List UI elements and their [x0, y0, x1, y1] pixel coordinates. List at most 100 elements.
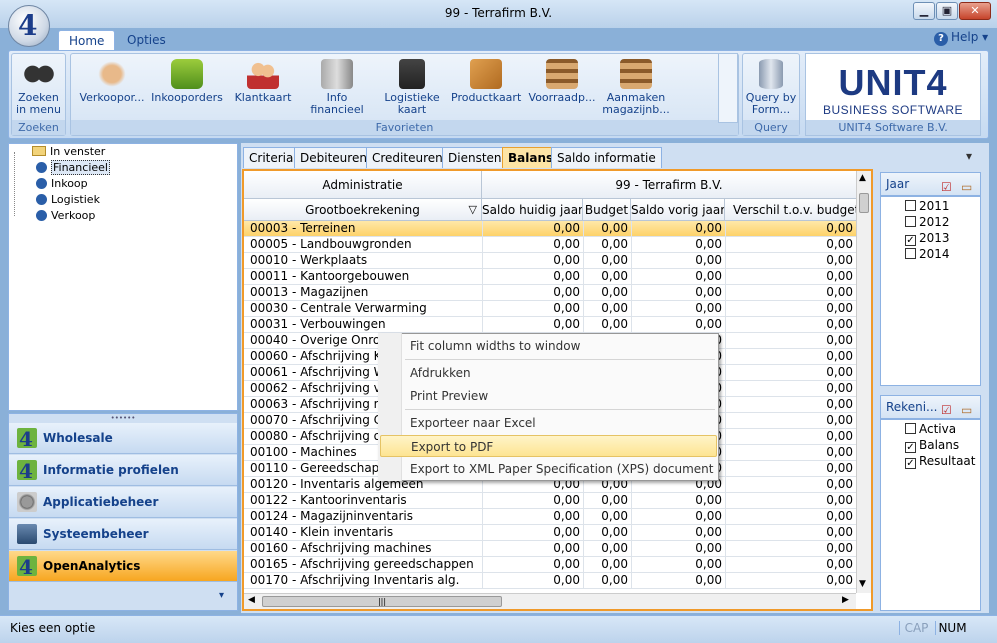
table-row[interactable]: 00005 - Landbouwgronden 0,00 0,00 0,00 0,00	[244, 237, 856, 253]
ribbon-gallery-scroll[interactable]	[718, 53, 738, 123]
scroll-thumb[interactable]: |||	[262, 596, 502, 607]
minimize-button[interactable]: ▁	[913, 2, 935, 20]
table-row[interactable]: 00003 - Terreinen 0,00 0,00 0,00 0,00	[244, 221, 856, 237]
select-all-icon[interactable]: ☑	[941, 399, 952, 421]
account-cell: 00010 - Werkplaats	[250, 253, 368, 267]
tab-crediteuren[interactable]: Crediteuren	[366, 147, 449, 168]
checkbox[interactable]	[905, 423, 916, 434]
horizontal-scrollbar[interactable]: ◀ ||| ▶	[244, 593, 856, 609]
verkooporders-button[interactable]: Verkoopor...	[77, 59, 147, 104]
nav-systeembeheer[interactable]: Systeembeheer	[9, 519, 237, 550]
table-row[interactable]: 00122 - Kantoorinventaris 0,00 0,00 0,00 0,0…	[244, 493, 856, 509]
help-menu[interactable]: ? Help ▾	[934, 30, 988, 46]
inkooporders-button[interactable]: Inkooporders	[149, 59, 225, 104]
table-row[interactable]: 00011 - Kantoorgebouwen 0,00 0,00 0,00 0,00	[244, 269, 856, 285]
menu-export-pdf[interactable]: Export to PDF	[380, 435, 717, 457]
menu-separator	[405, 359, 715, 360]
tab-debiteuren[interactable]: Debiteuren	[294, 147, 373, 168]
menu-exporteer-excel[interactable]: Exporteer naar Excel	[380, 412, 717, 434]
checkbox[interactable]: ✓	[905, 442, 916, 453]
brand-panel: UNIT4 BUSINESS SOFTWARE UNIT4 Software B…	[805, 53, 981, 136]
rekening-item[interactable]: Activa	[905, 422, 976, 438]
checkbox[interactable]: ✓	[905, 235, 916, 246]
shopping-bag-icon	[171, 59, 203, 89]
rekening-item[interactable]: ✓ Resultaat	[905, 454, 976, 470]
column-header-grootboekrekening[interactable]: Grootboekrekening ▽	[244, 199, 482, 220]
menu-fit-columns[interactable]: Fit column widths to window	[380, 335, 717, 357]
logistieke-kaart-button[interactable]: Logistieke kaart	[379, 59, 445, 116]
menu-separator	[405, 409, 715, 410]
tabs-dropdown-icon[interactable]: ▾	[966, 149, 972, 163]
scroll-thumb[interactable]	[859, 193, 869, 213]
column-header-budget[interactable]: Budget	[583, 199, 631, 220]
tab-diensten[interactable]: Diensten	[442, 147, 508, 168]
column-header-verschil[interactable]: Verschil t.o.v. budget %	[725, 199, 856, 220]
menu-print-preview[interactable]: Print Preview	[380, 385, 717, 407]
jaar-item[interactable]: ✓ 2013	[905, 231, 950, 247]
vertical-scrollbar[interactable]: ▲ ▼	[856, 171, 871, 593]
tree-node-inkoop[interactable]: Inkoop	[36, 176, 88, 192]
scroll-left-icon[interactable]: ◀	[248, 595, 255, 605]
tab-criteria[interactable]: Criteria	[243, 147, 300, 168]
tree-node-in-venster[interactable]: In venster	[32, 144, 105, 160]
table-row[interactable]: 00010 - Werkplaats 0,00 0,00 0,00 0,00	[244, 253, 856, 269]
tree-node-logistiek[interactable]: Logistiek	[36, 192, 100, 208]
table-row[interactable]: 00030 - Centrale Verwarming 0,00 0,00 0,00 0…	[244, 301, 856, 317]
checkbox[interactable]	[905, 216, 916, 227]
account-cell: 00170 - Afschrijving Inventaris alg.	[250, 573, 460, 587]
header-administratie[interactable]: Administratie	[244, 171, 482, 198]
table-row[interactable]: 00165 - Afschrijving gereedschappen 0,00 0…	[244, 557, 856, 573]
filter-icon[interactable]: ▽	[469, 199, 477, 220]
table-row[interactable]: 00013 - Magazijnen 0,00 0,00 0,00 0,00	[244, 285, 856, 301]
panel-rekening-header: Rekeni... ☑ ▭	[880, 395, 981, 419]
header-company[interactable]: 99 - Terrafirm B.V.	[482, 171, 856, 198]
aanmaken-magazijn-button[interactable]: Aanmaken magazijnb...	[601, 59, 671, 116]
table-row[interactable]: 00160 - Afschrijving machines 0,00 0,00 0,0…	[244, 541, 856, 557]
tab-saldo-informatie[interactable]: Saldo informatie	[551, 147, 662, 168]
select-all-icon[interactable]: ☑	[941, 176, 952, 198]
tree-node-financieel[interactable]: Financieel	[36, 160, 110, 176]
query-by-form-button[interactable]: Query by Form...	[743, 59, 799, 116]
checkbox[interactable]	[905, 200, 916, 211]
nav-informatie-profielen[interactable]: 4 Informatie profielen	[9, 455, 237, 486]
voorraadpositie-button[interactable]: Voorraadp...	[527, 59, 597, 104]
jaar-item[interactable]: 2012	[905, 215, 950, 231]
clear-filter-icon[interactable]: ▭	[961, 399, 972, 421]
close-button[interactable]: ✕	[959, 2, 991, 20]
scroll-down-icon[interactable]: ▼	[859, 579, 866, 589]
productkaart-button[interactable]: Productkaart	[451, 59, 521, 104]
table-row[interactable]: 00140 - Klein inventaris 0,00 0,00 0,00 0,00	[244, 525, 856, 541]
value-cell: 0,00	[631, 253, 725, 269]
column-header-saldo-vorig[interactable]: Saldo vorig jaar	[631, 199, 725, 220]
menu-afdrukken[interactable]: Afdrukken	[380, 362, 717, 384]
nav-applicatiebeheer[interactable]: Applicatiebeheer	[9, 487, 237, 518]
tab-opties[interactable]: Opties	[117, 30, 176, 51]
klantkaart-button[interactable]: Klantkaart	[231, 59, 295, 104]
tree-node-verkoop[interactable]: Verkoop	[36, 208, 95, 224]
maximize-button[interactable]: ▣	[936, 2, 958, 20]
value-cell: 0,00	[482, 541, 583, 557]
scroll-right-icon[interactable]: ▶	[842, 595, 849, 605]
scroll-up-icon[interactable]: ▲	[859, 173, 866, 183]
rekening-label: Activa	[919, 422, 957, 436]
menu-export-xps[interactable]: Export to XML Paper Specification (XPS) …	[380, 458, 717, 480]
column-header-saldo-huidig[interactable]: Saldo huidig jaar	[482, 199, 583, 220]
value-cell: 0,00	[583, 237, 631, 253]
chevron-down-icon[interactable]: ▾	[219, 590, 224, 601]
nav-wholesale[interactable]: 4 Wholesale	[9, 423, 237, 454]
checkbox[interactable]: ✓	[905, 458, 916, 469]
search-menu-button[interactable]: Zoeken in menu	[12, 59, 65, 116]
jaar-item[interactable]: 2011	[905, 199, 950, 215]
clear-filter-icon[interactable]: ▭	[961, 176, 972, 198]
table-row[interactable]: 00031 - Verbouwingen 0,00 0,00 0,00 0,00	[244, 317, 856, 333]
info-financieel-button[interactable]: Info financieel	[307, 59, 367, 116]
nav-openanalytics[interactable]: 4 OpenAnalytics	[9, 551, 237, 582]
rekening-item[interactable]: ✓ Balans	[905, 438, 976, 454]
table-row[interactable]: 00170 - Afschrijving Inventaris alg. 0,00…	[244, 573, 856, 589]
tab-home[interactable]: Home	[58, 30, 116, 51]
jaar-item[interactable]: 2014	[905, 247, 950, 263]
table-row[interactable]: 00124 - Magazijninventaris 0,00 0,00 0,00 0,…	[244, 509, 856, 525]
app-menu-logo-icon[interactable]: 4	[8, 5, 50, 47]
checkbox[interactable]	[905, 248, 916, 259]
splitter-handle[interactable]: ••••••	[9, 414, 237, 422]
